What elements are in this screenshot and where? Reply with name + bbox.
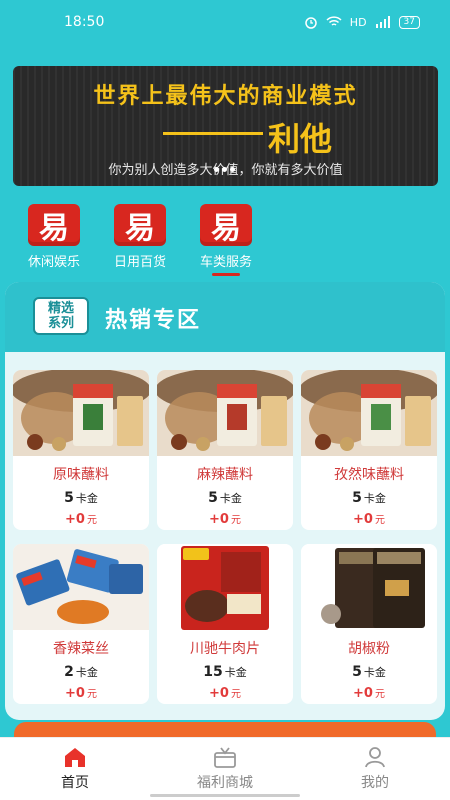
tab-label: 首页 [61, 775, 89, 791]
product-image [301, 370, 437, 456]
battery-icon: 37 [398, 15, 420, 29]
section-title: 热销专区 [105, 308, 202, 333]
category-icon: 易 [200, 204, 252, 246]
product-card[interactable]: 原味蘸料 5 卡金 +0 元 [13, 370, 149, 530]
product-price: 15 卡金 [203, 664, 247, 680]
banner-title: 世界上最伟大的商业模式 [93, 84, 358, 109]
badge-text: 精选 系列 [47, 301, 74, 331]
category-car-services[interactable]: 易 车类服务 [194, 204, 258, 276]
product-name: 麻辣蘸料 [197, 467, 253, 483]
banner-slogan: 利他 [268, 120, 333, 158]
product-price: 5 卡金 [64, 490, 98, 506]
carousel-indicator [214, 167, 238, 175]
section-header: 精选 系列 热销专区 [5, 282, 445, 352]
product-card[interactable]: 川驰牛肉片 15 卡金 +0 元 [157, 544, 293, 704]
product-card[interactable]: 麻辣蘸料 5 卡金 +0 元 [157, 370, 293, 530]
product-name: 香辣菜丝 [53, 641, 109, 657]
banner-dash-line [163, 132, 263, 135]
product-extra-cost: +0 元 [209, 686, 241, 701]
tab-home[interactable]: 首页 [0, 738, 150, 800]
product-name: 川驰牛肉片 [190, 641, 260, 657]
product-extra-cost: +0 元 [353, 512, 385, 527]
category-icon: 易 [28, 204, 80, 246]
status-time: 18:50 [64, 14, 105, 30]
bottom-tab-bar: 首页 福利商城 我的 [0, 737, 450, 800]
product-card[interactable]: 胡椒粉 5 卡金 +0 元 [301, 544, 437, 704]
product-name: 原味蘸料 [53, 467, 109, 483]
product-price: 5 卡金 [352, 664, 386, 680]
wifi-icon [326, 16, 342, 26]
tab-profile[interactable]: 我的 [300, 738, 450, 800]
product-extra-cost: +0 元 [353, 686, 385, 701]
product-card[interactable]: 香辣菜丝 2 卡金 +0 元 [13, 544, 149, 704]
category-active-underline [212, 273, 240, 276]
product-image [157, 544, 293, 630]
tab-label: 我的 [361, 775, 389, 791]
category-label: 休闲娱乐 [27, 255, 80, 270]
product-extra-cost: +0 元 [65, 686, 97, 701]
category-leisure[interactable]: 易 休闲娱乐 [22, 204, 86, 276]
product-image [157, 370, 293, 456]
home-icon [65, 748, 85, 767]
product-card[interactable]: 孜然味蘸料 5 卡金 +0 元 [301, 370, 437, 530]
home-indicator [150, 794, 300, 797]
category-daily-goods[interactable]: 易 日用百货 [108, 204, 172, 276]
product-grid: 原味蘸料 5 卡金 +0 元 麻辣蘸料 5 卡金 +0 元 孜然味蘸料 5 卡金… [13, 370, 437, 704]
product-image [13, 370, 149, 456]
person-icon [365, 747, 385, 768]
product-image [301, 544, 437, 630]
category-icon: 易 [114, 204, 166, 246]
product-name: 孜然味蘸料 [334, 467, 404, 483]
product-price: 5 卡金 [352, 490, 386, 506]
product-extra-cost: +0 元 [65, 512, 97, 527]
category-label: 车类服务 [199, 255, 252, 270]
category-label: 日用百货 [113, 255, 166, 270]
category-row: 易 休闲娱乐 易 日用百货 易 车类服务 [22, 204, 258, 276]
product-price: 2 卡金 [64, 664, 98, 680]
product-name: 胡椒粉 [348, 641, 390, 657]
hot-sales-section: 精选 系列 热销专区 原味蘸料 5 卡金 +0 元 麻辣蘸料 5 卡金 +0 元… [5, 282, 445, 720]
product-image [13, 544, 149, 630]
status-bar: 18:50 HD 37 [0, 0, 450, 44]
tab-label: 福利商城 [197, 775, 253, 791]
alarm-icon [305, 17, 317, 29]
product-price: 5 卡金 [208, 490, 242, 506]
featured-badge: 精选 系列 [33, 297, 89, 335]
gift-box-icon [214, 747, 236, 768]
network-type: HD [349, 15, 367, 29]
status-icons: HD 37 [304, 15, 420, 29]
product-extra-cost: +0 元 [209, 512, 241, 527]
tab-welfare-mall[interactable]: 福利商城 [150, 738, 300, 800]
signal-icon [375, 16, 390, 28]
